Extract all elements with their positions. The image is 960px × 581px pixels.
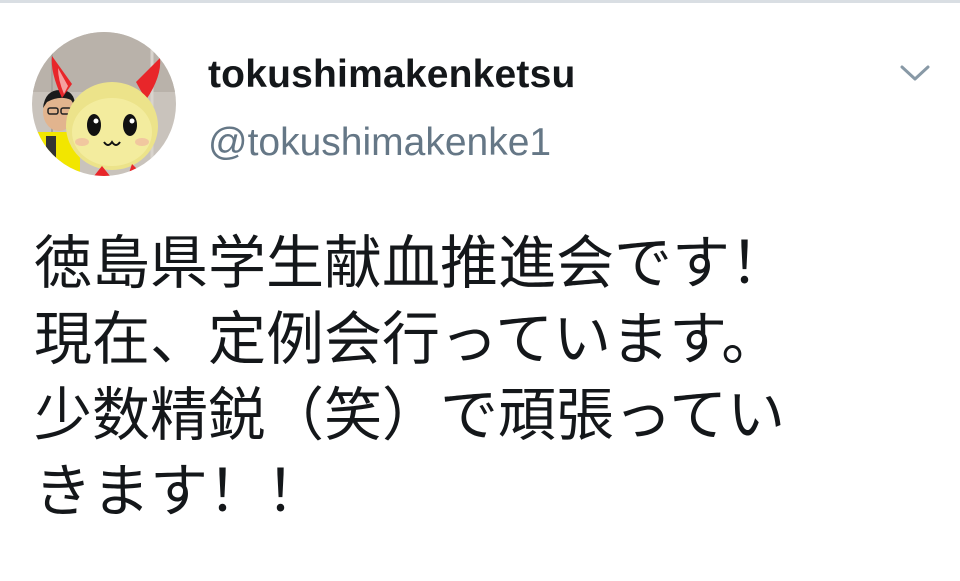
tweet-text-line: 徳島県学生献血推進会です！: [34, 229, 789, 297]
tweet-text-line: きます！！: [34, 457, 325, 525]
tweet-text: 徳島県学生献血推進会です！ 現在、定例会行っています。 少数精鋭（笑）で頑張って…: [34, 225, 934, 529]
tweet-text-line: 少数精鋭（笑）で頑張ってい: [34, 381, 786, 449]
tweet-text-line: 現在、定例会行っています。: [34, 305, 780, 373]
avatar-image: [32, 32, 176, 176]
display-name[interactable]: tokushimakenketsu: [208, 53, 576, 97]
user-handle[interactable]: @tokushimakenke1: [208, 121, 551, 165]
tweet-card: tokushimakenketsu @tokushimakenke1 徳島県学生…: [0, 0, 960, 581]
chevron-down-icon[interactable]: [898, 61, 932, 85]
avatar[interactable]: [32, 32, 176, 176]
